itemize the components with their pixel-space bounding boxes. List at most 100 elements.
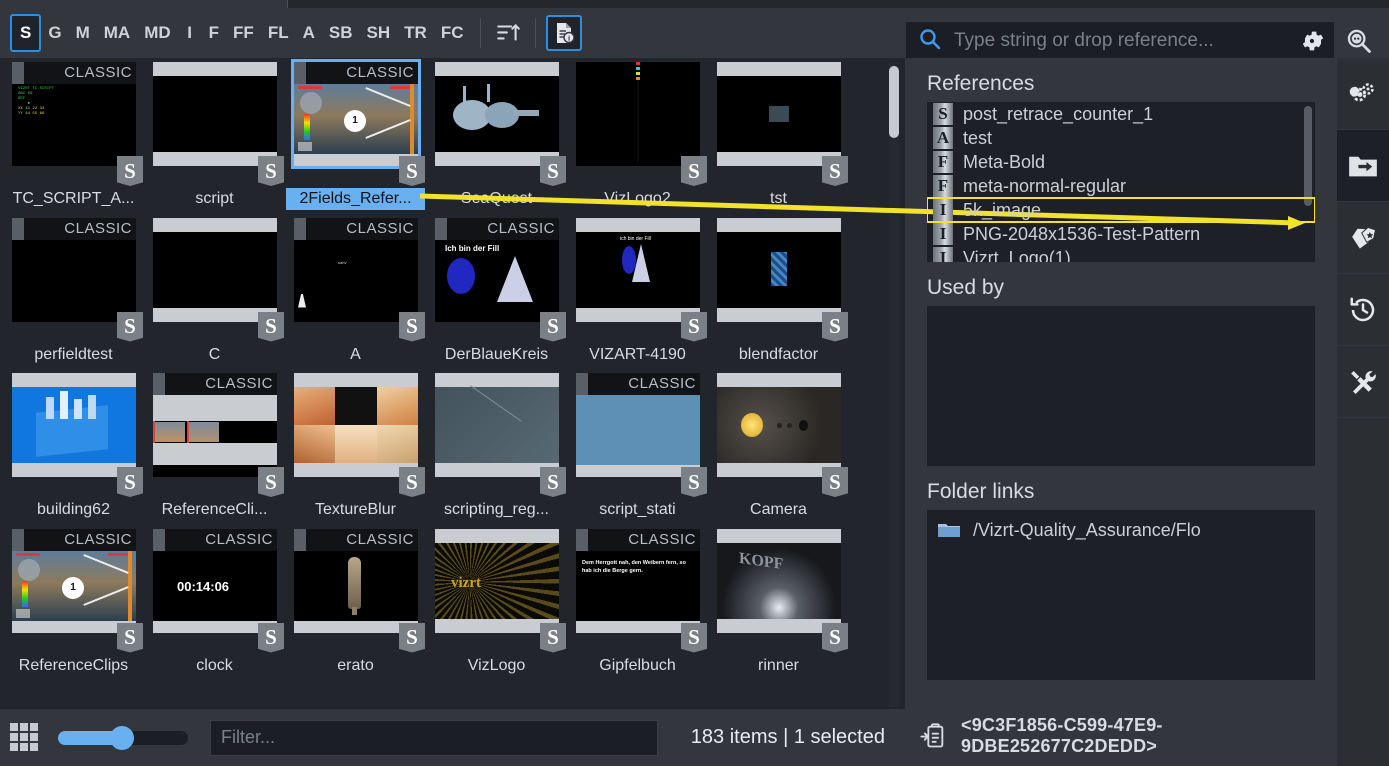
asset-thumbnail[interactable]: S [709, 373, 848, 491]
asset-preview [294, 373, 418, 477]
reference-list-item[interactable]: IPNG-2048x1536-Test-Pattern [927, 222, 1315, 246]
asset-thumbnail[interactable]: S [145, 62, 284, 180]
type-filter-m[interactable]: M [69, 14, 97, 52]
asset-tile[interactable]: CLASSICSscript_stati [568, 373, 707, 521]
asset-thumbnail[interactable]: 00:14:06CLASSICS [145, 529, 284, 647]
asset-thumbnail[interactable]: CLASSICS [4, 218, 143, 336]
reference-type-icon: I [933, 199, 953, 221]
gears-icon[interactable] [1337, 58, 1389, 130]
reference-list-item[interactable]: Fmeta-normal-regular [927, 174, 1315, 198]
thumbnail-zoom-slider[interactable] [58, 731, 188, 745]
zoom-slider-knob[interactable] [110, 726, 134, 750]
reference-list-item[interactable]: Atest [927, 126, 1315, 150]
advanced-search-icon[interactable] [1342, 24, 1376, 58]
asset-tile[interactable]: 1CLASSICSReferenceClips [4, 529, 143, 677]
type-filter-fc[interactable]: FC [434, 14, 471, 52]
asset-tile[interactable]: SC [145, 218, 284, 366]
search-input[interactable] [954, 30, 1296, 52]
reference-list-item[interactable]: IVizrt_Logo(1) [927, 246, 1315, 262]
reference-list-item[interactable]: I5k_image [927, 198, 1315, 222]
asset-thumbnail[interactable]: S [286, 373, 425, 491]
asset-thumbnail[interactable]: KOPFS [709, 529, 848, 647]
type-filter-a[interactable]: A [296, 14, 322, 52]
asset-tile[interactable]: Dem Herrgott nah, den Weibern fern, so h… [568, 529, 707, 677]
type-filter-md[interactable]: MD [137, 14, 177, 52]
asset-tile[interactable]: CLASSICSerato [286, 529, 425, 677]
asset-thumbnail[interactable]: S [568, 62, 707, 180]
asset-tile[interactable]: CLASSICSperfieldtest [4, 218, 143, 366]
asset-thumbnail[interactable]: S [709, 218, 848, 336]
asset-tile[interactable]: STextureBlur [286, 373, 425, 521]
type-filter-sh[interactable]: SH [360, 14, 398, 52]
asset-browser[interactable]: VIZRT TC SCRIPTABC 09DEF ◆XX 11 22 33YY … [0, 58, 905, 709]
folder-links-list[interactable]: /Vizrt-Quality_Assurance/Flo [927, 510, 1315, 680]
toolbar-separator-2 [535, 18, 536, 48]
search-bar[interactable] [906, 22, 1334, 60]
asset-tile[interactable]: CLASSICSReferenceCli... [145, 373, 284, 521]
type-filter-sb[interactable]: SB [322, 14, 360, 52]
type-filter-tr[interactable]: TR [397, 14, 434, 52]
asset-thumbnail[interactable]: Dem Herrgott nah, den Weibern fern, so h… [568, 529, 707, 647]
asset-thumbnail[interactable]: CLASSICS [568, 373, 707, 491]
asset-thumbnail[interactable]: Ich bin der FillCLASSICS [427, 218, 566, 336]
type-filter-s[interactable]: S [10, 14, 41, 52]
grid-view-icon[interactable] [10, 723, 40, 753]
reference-list-item[interactable]: Spost_retrace_counter_1 [927, 102, 1315, 126]
asset-tile[interactable]: SSeaQuest [427, 62, 566, 210]
asset-label: TC_SCRIPT_A... [4, 188, 143, 210]
sort-ascending-icon[interactable] [491, 16, 525, 50]
clipboard-paste-icon[interactable] [919, 722, 947, 750]
asset-tile[interactable]: Ich bin der FillCLASSICSDerBlaueKreis [427, 218, 566, 366]
asset-thumbnail[interactable]: S [145, 218, 284, 336]
type-filter-ff[interactable]: FF [226, 14, 261, 52]
references-list[interactable]: Spost_retrace_counter_1AtestFMeta-BoldFm… [927, 102, 1315, 262]
filter-input[interactable] [210, 720, 658, 756]
type-filter-i[interactable]: I [178, 14, 202, 52]
tags-icon[interactable] [1337, 202, 1389, 274]
asset-thumbnail[interactable]: CLASSICS [145, 373, 284, 491]
asset-thumbnail[interactable]: S [4, 373, 143, 491]
asset-thumbnail[interactable]: vizrtS [427, 529, 566, 647]
asset-tile[interactable]: Sscript [145, 62, 284, 210]
asset-thumbnail[interactable]: ich bin der FillS [568, 218, 707, 336]
references-scrollbar-thumb[interactable] [1304, 106, 1312, 206]
reference-list-item[interactable]: FMeta-Bold [927, 150, 1315, 174]
asset-tile[interactable]: sahvCLASSICSA [286, 218, 425, 366]
asset-tile[interactable]: Sbuilding62 [4, 373, 143, 521]
folder-share-icon[interactable] [1337, 130, 1389, 202]
asset-thumbnail[interactable]: S [427, 373, 566, 491]
asset-tile[interactable]: 00:14:06CLASSICSclock [145, 529, 284, 677]
asset-thumbnail[interactable]: S [427, 62, 566, 180]
type-filter-f[interactable]: F [202, 14, 226, 52]
asset-tile[interactable]: Stst [709, 62, 848, 210]
type-filter-g[interactable]: G [41, 14, 68, 52]
tab-inactive-area[interactable] [287, 0, 1389, 8]
asset-thumbnail[interactable]: VIZRT TC SCRIPTABC 09DEF ◆XX 11 22 33YY … [4, 62, 143, 180]
asset-preview [576, 62, 700, 166]
document-info-icon[interactable]: i [546, 15, 582, 51]
usedby-list[interactable] [927, 306, 1315, 466]
asset-thumbnail[interactable]: CLASSICS [286, 529, 425, 647]
asset-tile[interactable]: SCamera [709, 373, 848, 521]
asset-tile[interactable]: ich bin der FillSVIZART-4190 [568, 218, 707, 366]
type-filter-fl[interactable]: FL [261, 14, 296, 52]
asset-tile[interactable]: Sscripting_reg... [427, 373, 566, 521]
asset-thumbnail[interactable]: S [709, 62, 848, 180]
asset-thumbnail[interactable]: 1CLASSICS [4, 529, 143, 647]
asset-thumbnail[interactable]: 1CLASSICS [286, 62, 425, 180]
asset-thumbnail[interactable]: sahvCLASSICS [286, 218, 425, 336]
browser-scrollbar-thumb[interactable] [889, 66, 899, 138]
type-filter-ma[interactable]: MA [97, 14, 137, 52]
asset-tile[interactable]: KOPFSrinner [709, 529, 848, 677]
asset-tile[interactable]: Sblendfactor [709, 218, 848, 366]
asset-tile[interactable]: SVizLogo2 [568, 62, 707, 210]
asset-tile[interactable]: VIZRT TC SCRIPTABC 09DEF ◆XX 11 22 33YY … [4, 62, 143, 210]
tab-active-indicator[interactable] [0, 0, 287, 8]
folder-link-item[interactable]: /Vizrt-Quality_Assurance/Flo [927, 516, 1315, 544]
tools-icon[interactable] [1337, 346, 1389, 418]
asset-tile[interactable]: vizrtSVizLogo [427, 529, 566, 677]
browser-scrollbar[interactable] [889, 62, 899, 707]
gear-icon[interactable] [1296, 24, 1330, 58]
history-clock-icon[interactable] [1337, 274, 1389, 346]
asset-tile[interactable]: 1CLASSICS2Fields_Refer... [286, 62, 425, 210]
